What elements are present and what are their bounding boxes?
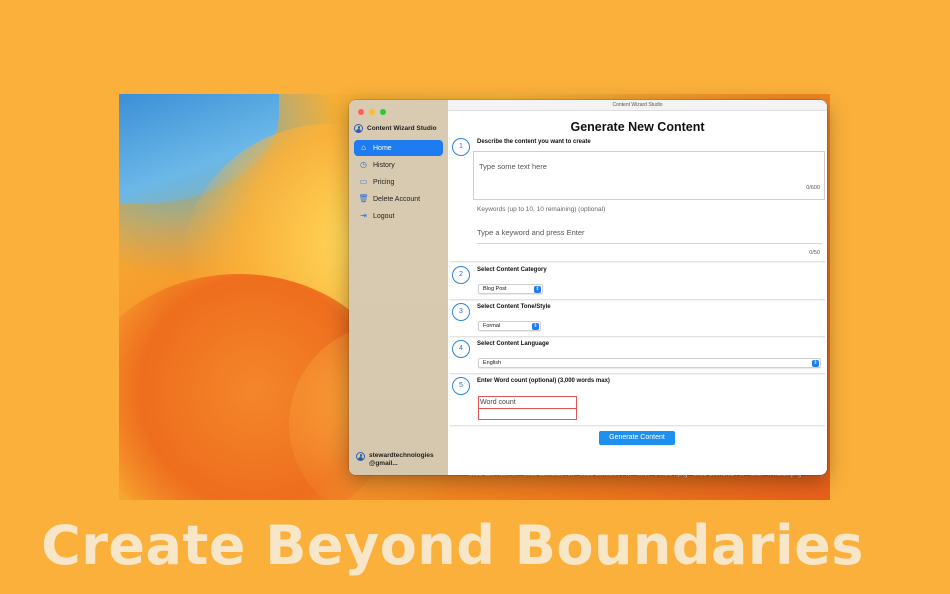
zoom-window-button[interactable] (380, 109, 386, 115)
house-icon: ⌂ (361, 143, 366, 152)
keyword-placeholder: Type a keyword and press Enter (477, 228, 585, 237)
section-label: Select Content Language (477, 341, 550, 347)
app-title-text: Content Wizard Studio (367, 125, 437, 132)
chevron-up-down-icon: ⇕ (534, 286, 541, 293)
sidebar-item-label: Delete Account (373, 195, 421, 203)
account-email-line: stewardtechnologies (369, 452, 434, 459)
sidebar-item-label: Pricing (373, 178, 395, 186)
step-number: 3 (452, 303, 470, 321)
content-language-select[interactable]: English ⇕ (478, 358, 821, 368)
clock-icon: ◷ (360, 160, 367, 169)
content-tone-select[interactable]: Formal ⇕ (478, 321, 541, 331)
step-number: 5 (452, 377, 470, 395)
step-number: 2 (452, 266, 470, 284)
select-value: Blog Post (483, 286, 507, 292)
keywords-label: Keywords (up to 10, 10 remaining) (optio… (477, 206, 606, 213)
word-count-placeholder: Word count (480, 399, 516, 406)
sidebar-nav: ⌂ Home ◷ History ▭ Pricing 🗑︎ Delete Acc… (354, 140, 443, 225)
select-value: English (483, 360, 502, 366)
account-email-line: @gmail... (369, 460, 398, 467)
chevron-up-down-icon: ⇕ (532, 323, 539, 330)
word-count-input[interactable]: Word count (478, 396, 577, 409)
sidebar-item-label: History (373, 161, 395, 169)
character-counter: 0/600 (806, 185, 820, 191)
window-title: Content Wizard Studio (448, 100, 827, 111)
chevron-up-down-icon: ⇕ (812, 360, 819, 367)
minimize-window-button[interactable] (369, 109, 375, 115)
sidebar: Content Wizard Studio ⌂ Home ◷ History ▭… (349, 100, 448, 475)
account-email: stewardtechnologies @gmail... (369, 452, 434, 468)
sidebar-item-label: Home (373, 144, 392, 152)
account-icon (356, 452, 365, 461)
tagline: Create Beyond Boundaries (41, 514, 864, 577)
select-value: Formal (483, 323, 501, 329)
section-label: Select Content Category (477, 267, 547, 273)
content-category-select[interactable]: Blog Post ⇕ (478, 284, 543, 294)
sidebar-item-history[interactable]: ◷ History (354, 157, 443, 173)
app-title: Content Wizard Studio (354, 124, 437, 133)
word-count-error-field (478, 409, 577, 420)
step-1-section: 1 Describe the content you want to creat… (450, 137, 825, 262)
logout-icon: ⇥ (360, 211, 367, 220)
section-label: Enter Word count (optional) (3,000 words… (477, 378, 610, 384)
generate-content-button[interactable]: Generate Content (599, 431, 675, 445)
step-5-section: 5 Enter Word count (optional) (3,000 wor… (450, 376, 825, 426)
step-number: 4 (452, 340, 470, 358)
person-icon (354, 124, 363, 133)
page-title: Generate New Content (570, 120, 705, 134)
step-4-section: 4 Select Content Language English ⇕ (450, 339, 825, 374)
section-label: Describe the content you want to create (477, 139, 591, 145)
app-window: Content Wizard Studio ⌂ Home ◷ History ▭… (349, 100, 827, 475)
step-number: 1 (452, 138, 470, 156)
sidebar-item-pricing[interactable]: ▭ Pricing (354, 174, 443, 190)
sidebar-item-home[interactable]: ⌂ Home (354, 140, 443, 156)
trash-icon: 🗑︎ (358, 194, 369, 203)
sidebar-item-label: Logout (373, 212, 395, 220)
account-info[interactable]: stewardtechnologies @gmail... (356, 452, 434, 468)
step-3-section: 3 Select Content Tone/Style Formal ⇕ (450, 302, 825, 337)
content-description-textarea[interactable]: Type some text here 0/600 (473, 151, 825, 200)
credit-card-icon: ▭ (359, 177, 368, 186)
main-content: Content Wizard Studio Generate New Conte… (448, 100, 827, 475)
keyword-input[interactable]: Type a keyword and press Enter (477, 225, 822, 244)
sidebar-item-logout[interactable]: ⇥ Logout (354, 208, 443, 224)
keyword-counter: 0/50 (809, 250, 820, 256)
close-window-button[interactable] (358, 109, 364, 115)
section-label: Select Content Tone/Style (477, 304, 551, 310)
sidebar-item-delete-account[interactable]: 🗑︎ Delete Account (354, 191, 443, 207)
textarea-placeholder: Type some text here (479, 162, 547, 171)
window-controls (358, 109, 386, 115)
step-2-section: 2 Select Content Category Blog Post ⇕ (450, 265, 825, 300)
